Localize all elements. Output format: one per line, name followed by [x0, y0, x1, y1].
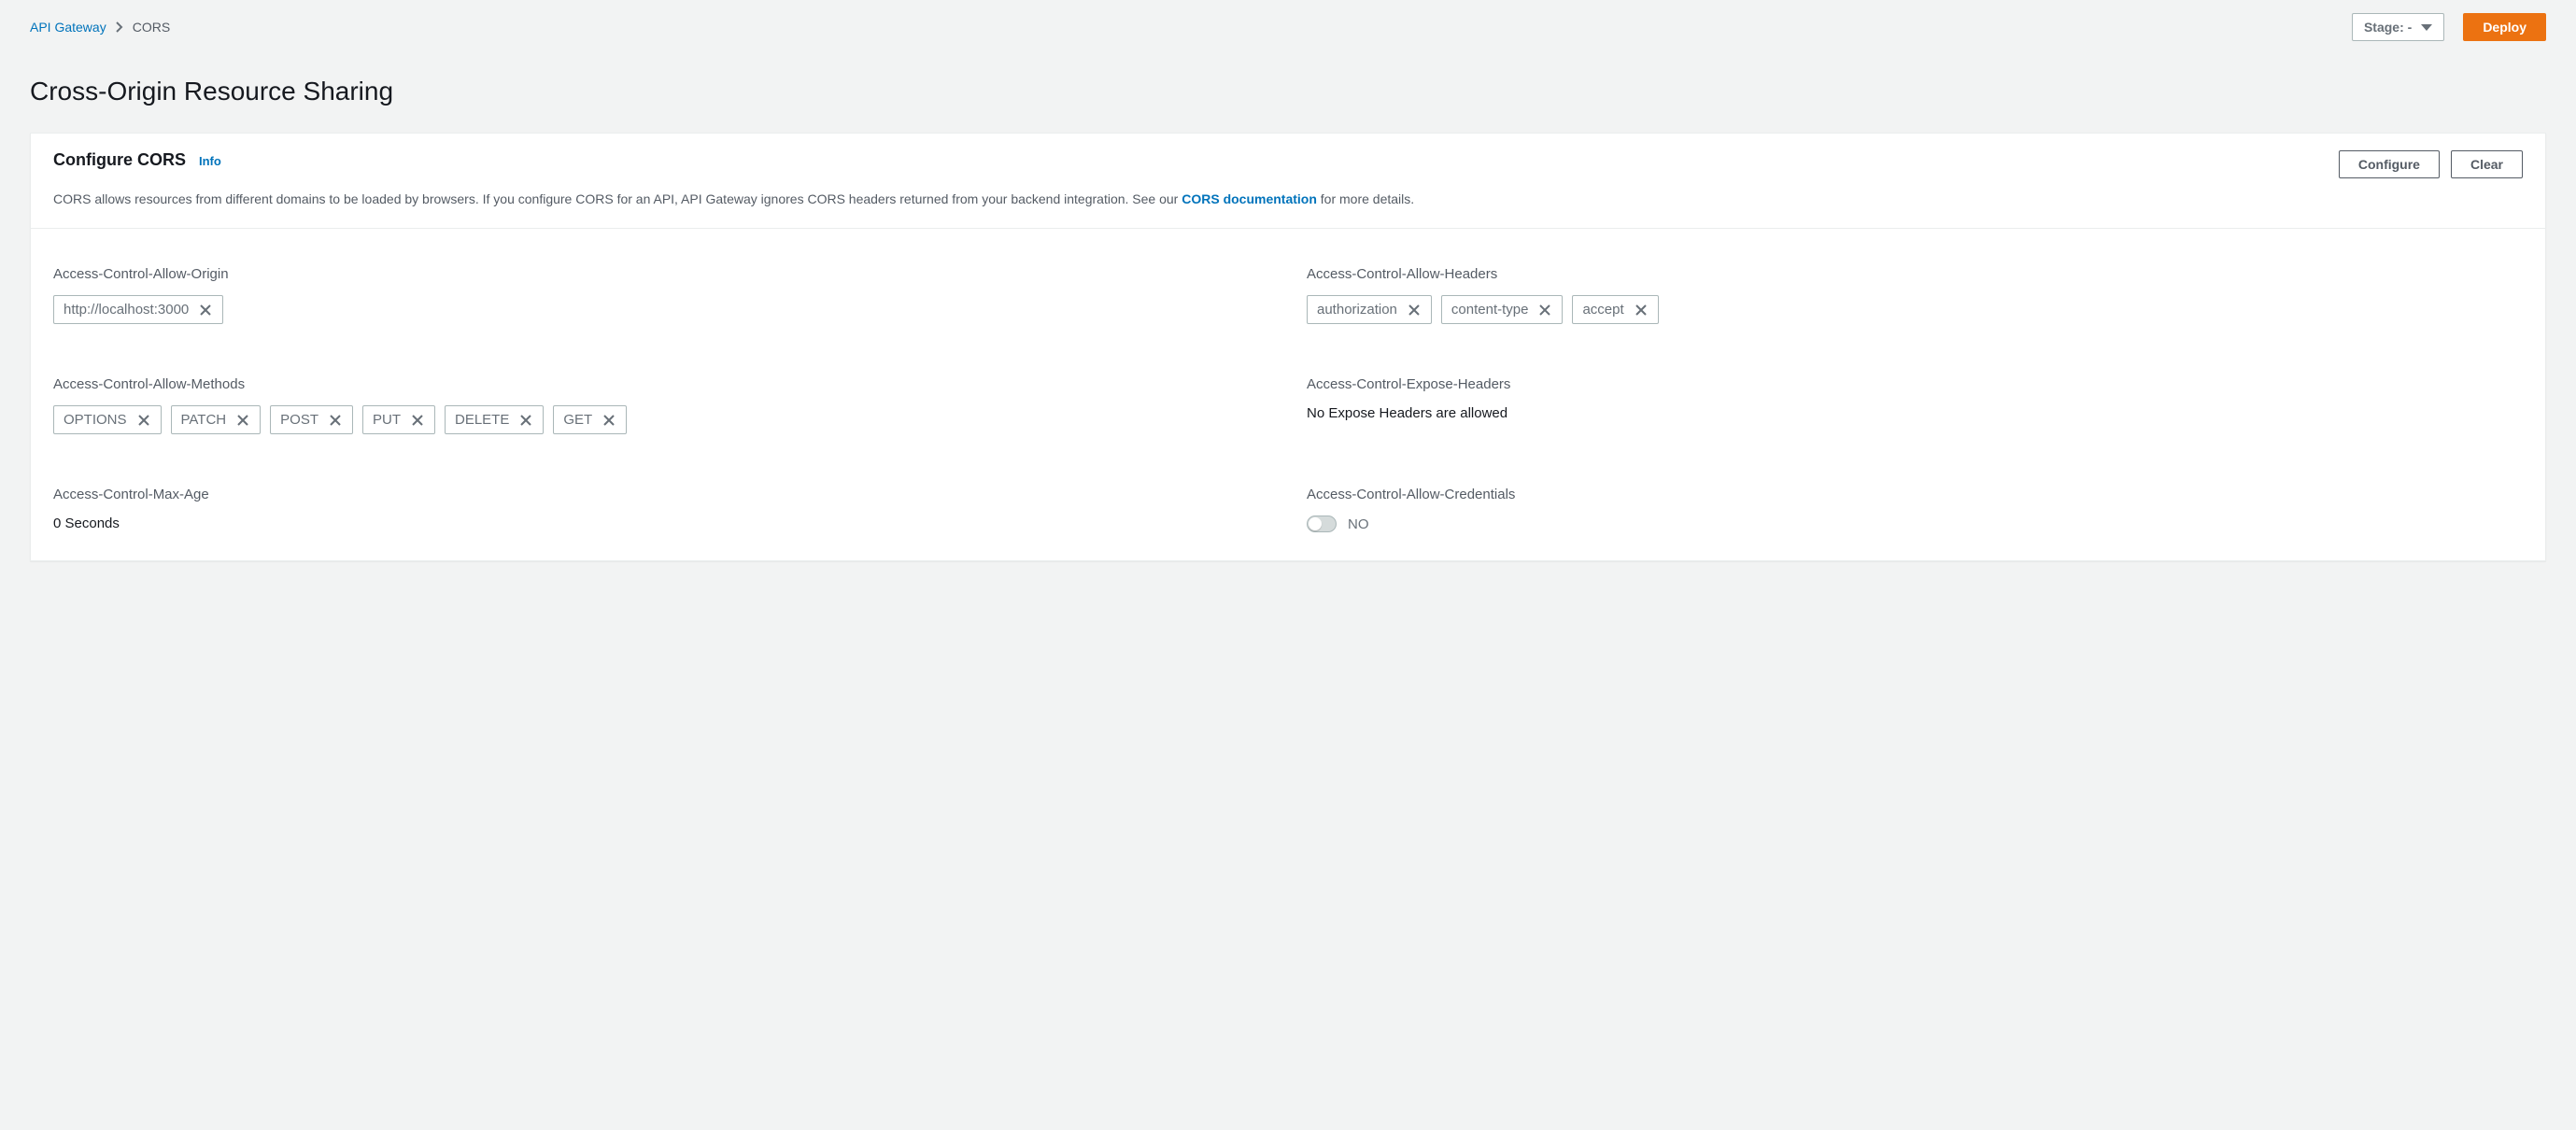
- field-label: Access-Control-Expose-Headers: [1307, 376, 2523, 392]
- panel-description-prefix: CORS allows resources from different dom…: [53, 191, 1182, 206]
- field-max-age: Access-Control-Max-Age 0 Seconds: [53, 487, 1269, 532]
- close-icon[interactable]: [1537, 303, 1552, 318]
- token-label: GET: [563, 412, 592, 428]
- stage-select[interactable]: Stage: -: [2352, 13, 2444, 41]
- token: OPTIONS: [53, 405, 162, 434]
- field-label: Access-Control-Allow-Origin: [53, 266, 1269, 282]
- field-label: Access-Control-Allow-Headers: [1307, 266, 2523, 282]
- panel-description-suffix: for more details.: [1317, 191, 1414, 206]
- breadcrumb: API Gateway CORS: [30, 20, 170, 35]
- allow-methods-tokens: OPTIONS PATCH POST PUT DELETE GET: [53, 405, 1269, 434]
- panel-title: Configure CORS: [53, 150, 186, 170]
- configure-cors-panel: Configure CORS Info Configure Clear CORS…: [30, 133, 2546, 561]
- token-label: authorization: [1317, 302, 1397, 318]
- close-icon[interactable]: [410, 413, 425, 428]
- allow-headers-tokens: authorization content-type accept: [1307, 295, 2523, 324]
- field-label: Access-Control-Max-Age: [53, 487, 1269, 502]
- close-icon[interactable]: [1407, 303, 1422, 318]
- panel-description: CORS allows resources from different dom…: [31, 178, 2545, 229]
- token: content-type: [1441, 295, 1564, 324]
- token-label: PUT: [373, 412, 401, 428]
- token-label: accept: [1582, 302, 1623, 318]
- expose-headers-empty: No Expose Headers are allowed: [1307, 405, 2523, 421]
- caret-down-icon: [2421, 24, 2432, 31]
- token-label: POST: [280, 412, 318, 428]
- close-icon[interactable]: [198, 303, 213, 318]
- configure-button[interactable]: Configure: [2339, 150, 2440, 178]
- allow-origin-tokens: http://localhost:3000: [53, 295, 1269, 324]
- cors-documentation-link[interactable]: CORS documentation: [1182, 191, 1317, 206]
- toggle-knob: [1309, 517, 1322, 530]
- token-label: PATCH: [181, 412, 227, 428]
- token: authorization: [1307, 295, 1432, 324]
- field-allow-methods: Access-Control-Allow-Methods OPTIONS PATC…: [53, 376, 1269, 434]
- token: PATCH: [171, 405, 262, 434]
- token-label: DELETE: [455, 412, 509, 428]
- breadcrumb-root-link[interactable]: API Gateway: [30, 20, 106, 35]
- token-label: content-type: [1451, 302, 1529, 318]
- token: DELETE: [445, 405, 544, 434]
- field-allow-origin: Access-Control-Allow-Origin http://local…: [53, 266, 1269, 324]
- token: POST: [270, 405, 353, 434]
- clear-button[interactable]: Clear: [2451, 150, 2523, 178]
- close-icon[interactable]: [1634, 303, 1649, 318]
- field-allow-credentials: Access-Control-Allow-Credentials NO: [1307, 487, 2523, 532]
- token: accept: [1572, 295, 1658, 324]
- page-title: Cross-Origin Resource Sharing: [30, 77, 2546, 106]
- max-age-value: 0 Seconds: [53, 516, 1269, 531]
- field-allow-headers: Access-Control-Allow-Headers authorizati…: [1307, 266, 2523, 324]
- token: GET: [553, 405, 627, 434]
- info-link[interactable]: Info: [199, 154, 221, 168]
- deploy-button[interactable]: Deploy: [2463, 13, 2546, 41]
- close-icon[interactable]: [518, 413, 533, 428]
- allow-credentials-value: NO: [1348, 516, 1369, 532]
- breadcrumb-current: CORS: [133, 20, 170, 35]
- close-icon[interactable]: [235, 413, 250, 428]
- stage-select-label: Stage: -: [2364, 20, 2412, 35]
- field-label: Access-Control-Allow-Credentials: [1307, 487, 2523, 502]
- close-icon[interactable]: [602, 413, 616, 428]
- close-icon[interactable]: [136, 413, 151, 428]
- close-icon[interactable]: [328, 413, 343, 428]
- token-label: OPTIONS: [64, 412, 127, 428]
- field-expose-headers: Access-Control-Expose-Headers No Expose …: [1307, 376, 2523, 434]
- token: PUT: [362, 405, 435, 434]
- allow-credentials-toggle[interactable]: [1307, 516, 1337, 532]
- token-label: http://localhost:3000: [64, 302, 189, 318]
- chevron-right-icon: [114, 21, 125, 33]
- token: http://localhost:3000: [53, 295, 223, 324]
- field-label: Access-Control-Allow-Methods: [53, 376, 1269, 392]
